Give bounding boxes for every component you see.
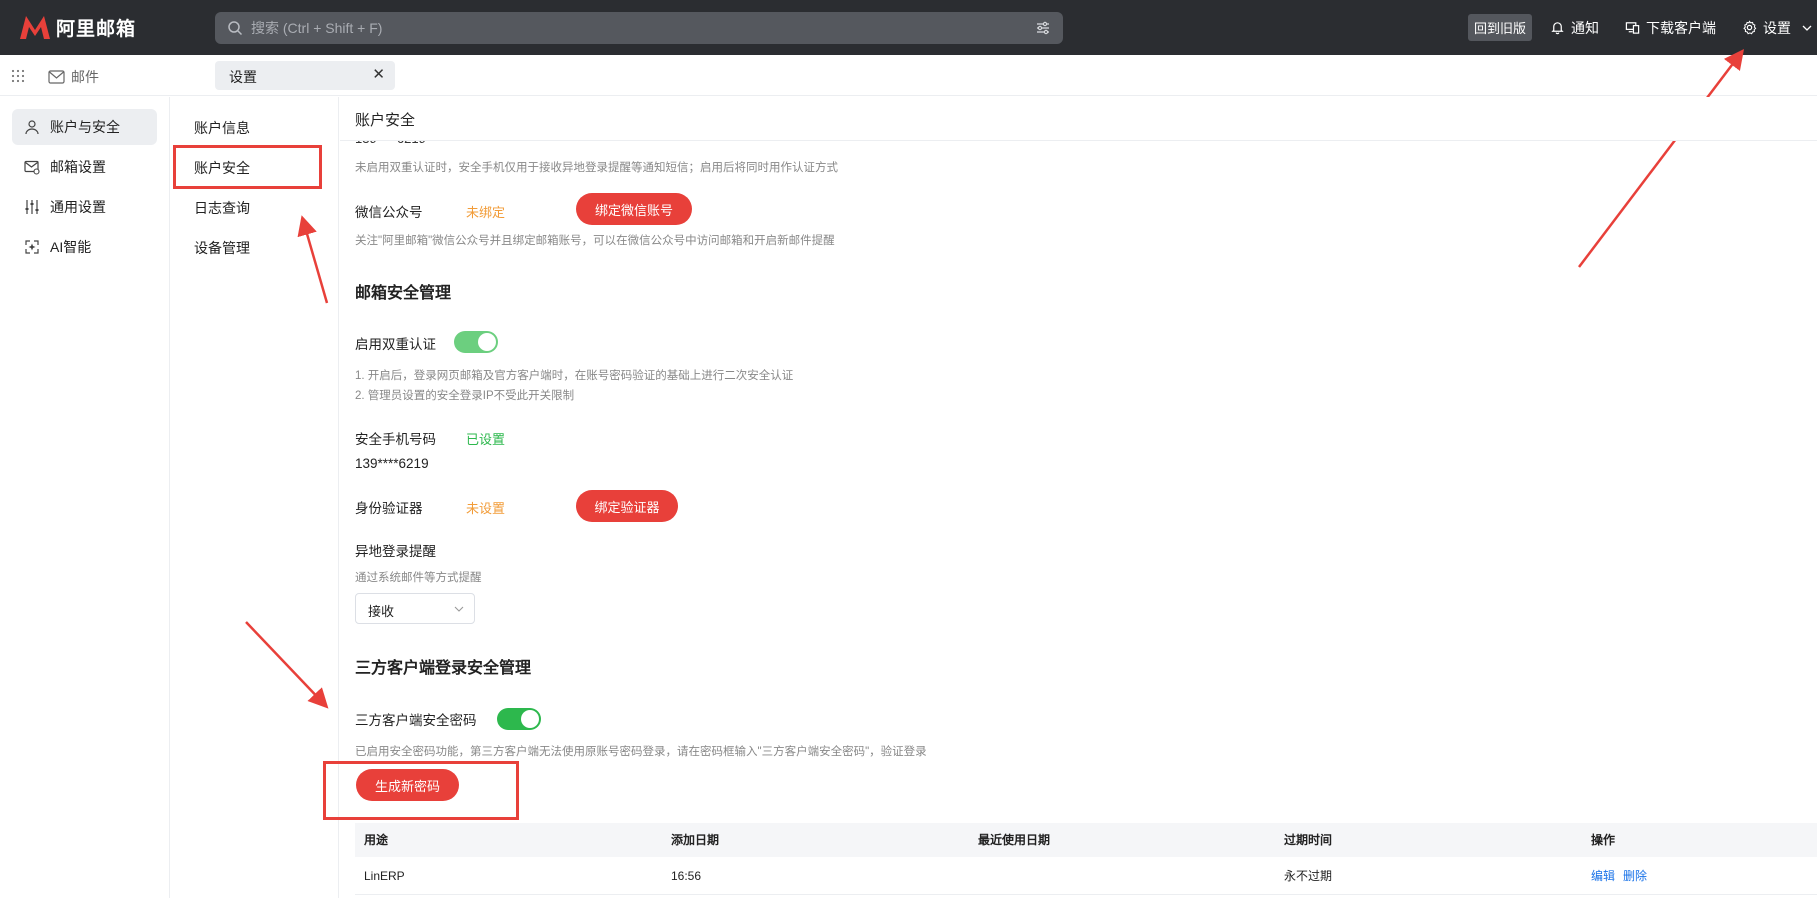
- bind-authenticator-button[interactable]: 绑定验证器: [576, 490, 678, 522]
- table-cell-actions: 编辑 删除: [1591, 857, 1655, 895]
- devices-icon: [1625, 22, 1640, 34]
- bind-wechat-button[interactable]: 绑定微信账号: [576, 193, 692, 225]
- close-icon[interactable]: ✕: [372, 67, 385, 83]
- notify-button[interactable]: 通知: [1550, 18, 1599, 38]
- download-client-button[interactable]: 下载客户端: [1625, 18, 1716, 38]
- table-cell-purpose: LinERP: [364, 869, 405, 883]
- authenticator-label: 身份验证器: [355, 501, 423, 516]
- sidebar-item-account-security[interactable]: 账户与安全: [12, 109, 157, 145]
- page-title: 账户安全: [355, 112, 416, 129]
- table-header-cell: 操作: [1591, 833, 1616, 847]
- authenticator-status: 未设置: [466, 501, 506, 516]
- table-cell-added: 16:56: [671, 869, 702, 883]
- phone-note: 未启用双重认证时，安全手机仅用于接收异地登录提醒等通知短信；启用后将同时用作认证…: [355, 162, 838, 174]
- settings-button[interactable]: 设置: [1742, 18, 1791, 38]
- user-icon: [25, 120, 39, 135]
- sidebar-item-general-settings[interactable]: 通用设置: [12, 189, 157, 225]
- sidebar-item-label: 账户与安全: [50, 119, 120, 135]
- two-factor-note-1: 1. 开启后，登录网页邮箱及官方客户端时，在账号密码验证的基础上进行二次安全认证: [355, 370, 794, 382]
- third-party-password-note: 已启用安全密码功能，第三方客户端无法使用原账号密码登录，请在密码框输入"三方客户…: [355, 746, 927, 758]
- wechat-label: 微信公众号: [355, 205, 423, 220]
- table-cell-expires: 永不过期: [1284, 869, 1333, 883]
- search-bar[interactable]: [215, 12, 1063, 44]
- settings-label: 设置: [1763, 19, 1791, 36]
- toggle-knob: [521, 710, 539, 728]
- subnav-item-account-info[interactable]: 账户信息: [194, 118, 250, 138]
- subnav-item-device-management[interactable]: 设备管理: [194, 238, 250, 258]
- search-icon: [228, 21, 243, 36]
- sidebar-item-mailbox-settings[interactable]: 邮箱设置: [12, 149, 157, 185]
- two-factor-toggle[interactable]: [454, 331, 498, 353]
- table-header-cell: 最近使用日期: [978, 833, 1051, 847]
- mailbox-security-title: 邮箱安全管理: [355, 285, 452, 302]
- table-header: 用途 添加日期 最近使用日期 过期时间 操作: [355, 823, 1817, 857]
- tab-row: 邮件 设置 ✕: [0, 55, 1817, 96]
- table-header-cell: 添加日期: [671, 833, 720, 847]
- top-bar: 阿里邮箱 回到旧版 通知: [0, 0, 1817, 55]
- chevron-down-icon: [454, 606, 464, 612]
- subnav-item-log-query[interactable]: 日志查询: [194, 198, 250, 218]
- mailbox-settings-icon: [24, 160, 40, 175]
- sidebar-item-label: 邮箱设置: [50, 159, 106, 175]
- download-label: 下载客户端: [1646, 19, 1716, 36]
- notify-label: 通知: [1571, 19, 1599, 36]
- apps-grid-icon[interactable]: [11, 69, 25, 83]
- logo[interactable]: 阿里邮箱: [18, 12, 136, 42]
- logo-text: 阿里邮箱: [56, 18, 137, 40]
- third-party-password-label: 三方客户端安全密码: [355, 713, 477, 728]
- edit-link[interactable]: 编辑: [1591, 869, 1615, 883]
- sidebar-item-label: 通用设置: [50, 199, 106, 215]
- gear-icon: [1743, 20, 1757, 35]
- toggle-knob: [478, 333, 496, 351]
- settings-content: 账户安全 139****6219 未启用双重认证时，安全手机仅用于接收异地登录提…: [340, 97, 1817, 898]
- table-header-cell: 用途: [364, 833, 389, 847]
- bell-icon: [1551, 22, 1564, 35]
- third-party-password-toggle[interactable]: [497, 708, 541, 730]
- two-factor-label: 启用双重认证: [355, 337, 436, 352]
- old-version-button[interactable]: 回到旧版: [1467, 14, 1532, 41]
- aliyun-mail-logo-icon: [20, 16, 50, 39]
- envelope-icon: [48, 70, 65, 84]
- remote-login-label: 异地登录提醒: [355, 544, 436, 559]
- tab-mail-label: 邮件: [71, 69, 99, 85]
- tab-settings[interactable]: 设置 ✕: [215, 61, 395, 90]
- table-row: LinERP 16:56 永不过期 编辑 删除: [355, 857, 1817, 895]
- table-header-cell: 过期时间: [1284, 833, 1333, 847]
- tab-mail[interactable]: 邮件: [48, 67, 99, 87]
- annotation-box-generate-password: [323, 761, 519, 820]
- annotation-box-account-security: [173, 145, 322, 189]
- remote-login-select[interactable]: 接收: [355, 593, 475, 624]
- wechat-note: 关注"阿里邮箱"微信公众号并且绑定邮箱账号，可以在微信公众号中访问邮箱和开启新邮…: [355, 235, 835, 247]
- filter-icon[interactable]: [1035, 20, 1051, 36]
- settings-sidebar: 账户与安全 邮箱设置 通用设置 AI智能: [0, 97, 170, 898]
- search-input[interactable]: [251, 12, 1011, 44]
- security-phone-status: 已设置: [466, 432, 506, 447]
- sidebar-item-ai[interactable]: AI智能: [12, 229, 157, 265]
- tab-settings-label: 设置: [229, 69, 257, 85]
- sliders-icon: [25, 200, 39, 214]
- sub-navigation: 账户信息 账户安全 日志查询 设备管理: [170, 97, 339, 898]
- delete-link[interactable]: 删除: [1623, 869, 1647, 883]
- wechat-status: 未绑定: [466, 205, 506, 220]
- security-phone-value: 139****6219: [355, 456, 429, 471]
- two-factor-note-2: 2. 管理员设置的安全登录IP不受此开关限制: [355, 390, 575, 402]
- remote-login-note: 通过系统邮件等方式提醒: [355, 572, 482, 584]
- security-phone-label: 安全手机号码: [355, 432, 436, 447]
- ai-icon: [25, 240, 39, 254]
- sidebar-item-label: AI智能: [50, 239, 92, 255]
- third-party-title: 三方客户端登录安全管理: [355, 660, 532, 677]
- remote-login-select-value: 接收: [368, 604, 395, 619]
- content-header: 账户安全: [340, 97, 1817, 141]
- chevron-down-icon[interactable]: [1801, 22, 1813, 34]
